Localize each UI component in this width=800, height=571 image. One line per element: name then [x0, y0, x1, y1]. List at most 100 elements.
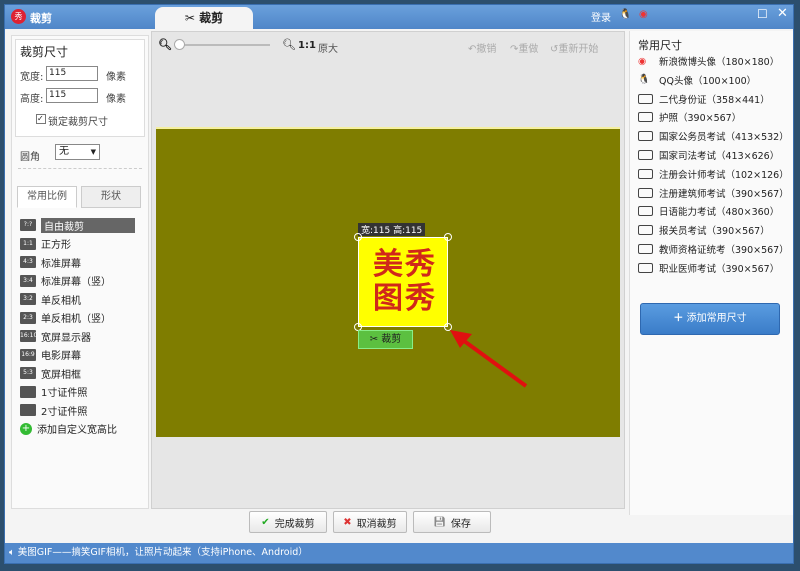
preset-item[interactable]: 注册会计师考试（102×126） [638, 167, 789, 181]
ratio-item[interactable]: 1寸证件照 [20, 383, 87, 401]
redo-button[interactable]: ↷重做 [510, 40, 538, 55]
preset-item[interactable]: 🐧 QQ头像（100×100） [638, 73, 756, 87]
crop-handle-tl[interactable] [354, 233, 362, 241]
ratio-item[interactable]: 4:3 标准屏幕 [20, 253, 81, 271]
cancel-label: 取消裁剪 [356, 518, 397, 530]
ratio-icon: 1:1 [20, 237, 36, 250]
actual-size-button[interactable]: 1:1 [298, 40, 316, 51]
arrow-annotation [450, 330, 528, 388]
plus-icon: + [20, 422, 32, 435]
restart-button[interactable]: ↺重新开始 [550, 40, 598, 55]
tab-crop[interactable]: ✂ 裁剪 [155, 7, 253, 29]
save-button[interactable]: 💾︎ 保存 [413, 511, 491, 533]
done-crop-button[interactable]: ✔ 完成裁剪 [249, 511, 327, 533]
ratio-item[interactable]: 3:2 单反相机 [20, 290, 81, 308]
weibo-icon[interactable]: ◉ [639, 9, 648, 20]
redo-label: 重做 [518, 44, 539, 55]
ratio-icon: 3:2 [20, 293, 36, 305]
preset-item[interactable]: 国家公务员考试（413×532） [638, 129, 789, 143]
right-panel: 常用尺寸 ◉ 新浪微博头像（180×180） 🐧 QQ头像（100×100） 二代身份证… [629, 31, 793, 515]
canvas-area: 🔍︎ 🔍︎ 1:1 原大 ↶撤销 ↷重做 ↺重新开始 宽:115 高:115 美… [151, 31, 625, 509]
speaker-icon: 🔈︎ [9, 547, 18, 558]
id-photo-icon [638, 131, 653, 142]
ratio-label: 宽屏相框 [41, 369, 81, 381]
ratio-icon: 16:10 [20, 330, 37, 342]
preset-item[interactable]: 注册建筑师考试（390×567） [638, 186, 789, 200]
ratio-item[interactable]: 2:3 单反相机（竖） [20, 309, 111, 327]
preset-label: 注册会计师考试（102×126） [659, 169, 789, 181]
preset-item[interactable]: 职业医师考试（390×567） [638, 261, 779, 275]
ratio-item[interactable]: 3:4 标准屏幕（竖） [20, 272, 111, 290]
maximize-button[interactable]: ☐ [757, 7, 768, 21]
id-photo-icon [638, 187, 653, 198]
app-logo-icon: 秀 [11, 9, 26, 24]
ratio-item[interactable]: 1:1 正方形 [20, 235, 71, 253]
height-input[interactable]: 115 [46, 88, 98, 103]
ratio-item[interactable]: 5:3 宽屏相框 [20, 364, 81, 382]
preset-label: 护照（390×567） [659, 113, 742, 125]
restart-label: 重新开始 [558, 44, 599, 55]
preset-item[interactable]: 报关员考试（390×567） [638, 223, 770, 237]
check-icon: ✔ [261, 516, 270, 528]
width-label: 宽度: [20, 72, 44, 83]
zoom-out-icon[interactable]: 🔍︎ [158, 38, 172, 51]
add-common-size-label: 添加常用尺寸 [686, 313, 747, 324]
preset-label: 新浪微博头像（180×180） [659, 57, 780, 68]
ratio-item[interactable]: 16:9 电影屏幕 [20, 346, 81, 364]
crop-button[interactable]: ✂ 裁剪 [358, 330, 413, 349]
preset-label: 职业医师考试（390×567） [659, 263, 780, 275]
preset-label: 注册建筑师考试（390×567） [659, 188, 789, 200]
add-common-size-button[interactable]: ＋ 添加常用尺寸 [640, 303, 780, 335]
width-input[interactable]: 115 [46, 66, 98, 81]
tab-label: 裁剪 [199, 11, 224, 25]
id-photo-icon [638, 244, 653, 254]
close-button[interactable]: ✕ [777, 6, 788, 21]
lock-checkbox[interactable]: ✓ [36, 114, 46, 124]
crop-window: 秀 裁剪 ✂ 裁剪 登录 🐧 ◉ ☐ ✕ 裁剪尺寸 宽度: 115 像素 高度:… [4, 4, 794, 564]
id-photo-icon [638, 225, 653, 236]
id-photo-icon [20, 385, 36, 398]
preset-item[interactable]: 二代身份证（358×441） [638, 92, 770, 106]
corner-value: 无 [59, 146, 69, 157]
id-photo-icon [638, 93, 653, 104]
corner-select[interactable]: 无 ▼ [55, 144, 100, 160]
ratio-icon: 4:3 [20, 256, 36, 268]
crop-size-label: 宽:115 高:115 [358, 223, 426, 236]
add-custom-ratio[interactable]: + 添加自定义宽高比 [20, 420, 117, 438]
image-canvas[interactable]: 宽:115 高:115 美秀 图秀 ✂ 裁剪 [156, 127, 620, 437]
ratio-label: 单反相机（竖） [41, 314, 111, 325]
preset-item[interactable]: 国家司法考试（413×626） [638, 148, 779, 162]
height-label: 高度: [20, 94, 44, 105]
qq-icon[interactable]: 🐧 [619, 9, 631, 20]
preset-item[interactable]: 日语能力考试（480×360） [638, 204, 779, 218]
tab-shape[interactable]: 形状 [81, 186, 141, 208]
login-link[interactable]: 登录 [591, 9, 611, 24]
ratio-item[interactable]: ?:? 自由裁剪 [20, 216, 135, 234]
zoom-slider-handle[interactable] [174, 39, 185, 50]
crop-box[interactable]: 美秀 图秀 [354, 233, 452, 331]
status-bar[interactable]: 🔈︎ 美图GIF——搞笑GIF相机，让照片动起来（支持iPhone、Androi… [5, 543, 793, 563]
chevron-down-icon: ▼ [90, 148, 96, 156]
ratio-label: 标准屏幕 [41, 258, 81, 270]
preset-item[interactable]: ◉ 新浪微博头像（180×180） [638, 54, 780, 69]
ratio-icon: 5:3 [20, 367, 36, 379]
undo-button[interactable]: ↶撤销 [468, 40, 496, 55]
corner-label: 圆角 [20, 152, 40, 163]
cancel-crop-button[interactable]: ✖ 取消裁剪 [333, 511, 407, 533]
cancel-icon: ✖ [343, 516, 352, 528]
save-icon: 💾︎ [433, 516, 446, 528]
tab-common-ratio[interactable]: 常用比例 [17, 186, 77, 208]
ratio-item[interactable]: 16:10 宽屏显示器 [20, 327, 91, 345]
ratio-label: 电影屏幕 [41, 351, 81, 362]
common-sizes-title: 常用尺寸 [638, 39, 682, 52]
scissors-icon: ✂ [184, 11, 200, 25]
ratio-icon: 16:9 [20, 348, 36, 361]
preset-item[interactable]: 护照（390×567） [638, 110, 741, 124]
preset-item[interactable]: 教师资格证统考（390×567） [638, 242, 789, 256]
crop-button-label: 裁剪 [381, 334, 402, 345]
crop-handle-tr[interactable] [444, 233, 452, 241]
actual-size-label: 原大 [318, 44, 338, 55]
ratio-item[interactable]: 2寸证件照 [20, 401, 87, 419]
zoom-in-icon[interactable]: 🔍︎ [282, 38, 296, 51]
zoom-slider[interactable] [178, 44, 270, 46]
